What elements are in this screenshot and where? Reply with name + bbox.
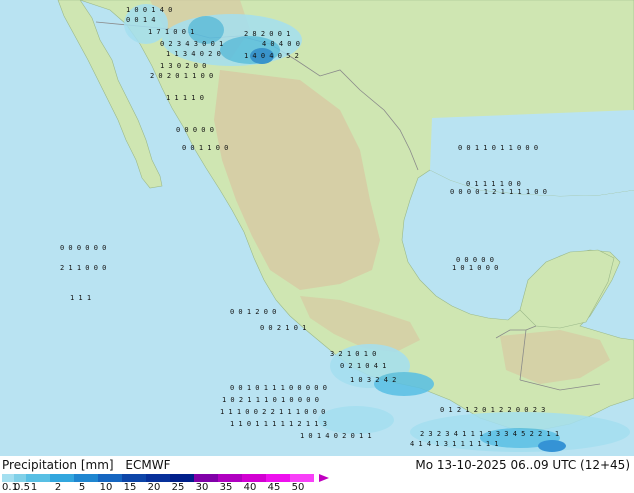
colorbar-tick-label: 5 — [78, 482, 86, 493]
precip-value-row: 0 0 1 2 0 0 — [230, 308, 276, 316]
colorbar-tick-label: 20 — [147, 482, 161, 493]
precip-value-row: 4 0 4 0 0 — [262, 40, 300, 48]
colorbar-tick-label: 2 — [54, 482, 62, 493]
precip-value-row: 0 2 1 0 4 1 — [340, 362, 386, 370]
precip-value-row: 0 0 0 0 1 2 1 1 1 1 0 0 — [450, 188, 547, 196]
precip-value-row: 1 1 1 1 0 — [166, 94, 204, 102]
precip-value-row: 2 1 1 0 0 0 — [60, 264, 106, 272]
rain-patch-south-heavy — [538, 440, 566, 452]
colorbar — [2, 474, 314, 482]
colorbar-swatch — [194, 474, 218, 482]
precip-value-row: 0 0 2 1 0 1 — [260, 324, 306, 332]
colorbar-swatch — [14, 474, 26, 482]
precip-value-row: 0 1 2 1 2 0 1 2 2 0 0 2 3 — [440, 406, 545, 414]
precip-value-row: 3 2 1 0 1 0 — [330, 350, 376, 358]
precip-value-row: 1 0 2 1 1 1 0 1 0 0 0 0 — [222, 396, 319, 404]
precip-value-row: 1 3 0 2 0 0 — [160, 62, 206, 70]
precip-value-row: 1 0 0 1 4 0 — [126, 6, 172, 14]
precip-value-row: 1 4 0 4 0 5 2 — [244, 52, 299, 60]
colorbar-swatch — [26, 474, 50, 482]
precip-value-row: 0 0 0 0 0 — [176, 126, 214, 134]
colorbar-swatch — [122, 474, 146, 482]
colorbar-swatch — [98, 474, 122, 482]
precip-value-row: 2 0 2 0 1 1 0 0 — [150, 72, 213, 80]
colorbar-swatch — [266, 474, 290, 482]
colorbar-tick-label: 1 — [30, 482, 38, 493]
map-panel: 1 0 0 1 4 0 0 0 1 4 1 7 1 0 0 1 0 2 3 4 3 0… — [0, 0, 634, 456]
colorbar-tick-label: 35 — [219, 482, 233, 493]
title-text: Precipitation [mm] — [2, 458, 114, 472]
colorbar-tick-label: 15 — [123, 482, 137, 493]
chart-title: Precipitation [mm] ECMWF — [2, 458, 178, 472]
colorbar-swatch — [74, 474, 98, 482]
precip-value-row: 1 1 0 1 1 1 1 1 2 1 1 3 — [230, 420, 327, 428]
precip-value-row: 2 8 2 0 0 1 — [244, 30, 290, 38]
legend-bar: Precipitation [mm] ECMWF Mo 13-10-2025 0… — [0, 456, 634, 493]
precip-value-row: 4 1 4 1 3 1 1 1 1 1 1 — [410, 440, 499, 448]
precip-value-row: 1 1 1 0 0 2 2 1 1 1 0 0 0 — [220, 408, 325, 416]
colorbar-tick-label: 45 — [267, 482, 281, 493]
precip-value-row: 0 0 1 1 0 0 — [182, 144, 228, 152]
colorbar-tick-label: 40 — [243, 482, 257, 493]
gulf-of-mexico — [430, 110, 634, 196]
precip-value-row: 0 0 0 0 0 0 — [60, 244, 106, 252]
precip-value-row: 0 0 0 0 0 — [456, 256, 494, 264]
precip-value-row: 1 0 3 2 4 2 — [350, 376, 396, 384]
precip-value-row: 1 1 3 4 0 2 0 — [166, 50, 221, 58]
model-name: ECMWF — [125, 458, 171, 472]
precip-value-row: 0 2 3 4 3 0 0 1 — [160, 40, 223, 48]
precip-value-row: 1 0 1 0 0 0 — [452, 264, 498, 272]
precipitation-map: 1 0 0 1 4 0 0 0 1 4 1 7 1 0 0 1 0 2 3 4 3 0… — [0, 0, 634, 456]
precip-value-row: 0 1 1 1 1 0 0 — [466, 180, 521, 188]
colorbar-tick-label: 0.5 — [14, 482, 30, 493]
colorbar-swatch — [170, 474, 194, 482]
precip-value-row: 1 7 1 0 0 1 — [148, 28, 194, 36]
precip-value-row: 0 0 1 1 0 1 1 0 0 0 — [458, 144, 538, 152]
colorbar-arrow — [319, 474, 329, 482]
colorbar-tick-label: 10 — [99, 482, 113, 493]
colorbar-tick-label: 50 — [291, 482, 305, 493]
precip-value-row: 1 0 1 4 0 2 0 1 1 — [300, 432, 372, 440]
precip-value-row: 1 1 1 — [70, 294, 91, 302]
colorbar-swatch — [218, 474, 242, 482]
colorbar-tick-label: 25 — [171, 482, 185, 493]
colorbar-swatch — [290, 474, 314, 482]
colorbar-swatch — [2, 474, 14, 482]
precip-value-row: 0 0 1 0 1 1 1 0 0 0 0 0 — [230, 384, 327, 392]
precip-value-row: 2 3 2 3 4 1 1 1 3 3 3 4 5 2 2 1 1 — [420, 430, 559, 438]
colorbar-swatch — [242, 474, 266, 482]
colorbar-tick-label: 30 — [195, 482, 209, 493]
colorbar-swatch — [50, 474, 74, 482]
rain-patch-pacific-2 — [318, 406, 394, 434]
precip-value-row: 0 0 1 4 — [126, 16, 156, 24]
valid-time: Mo 13-10-2025 06..09 UTC (12+45) — [415, 458, 630, 472]
colorbar-swatch — [146, 474, 170, 482]
